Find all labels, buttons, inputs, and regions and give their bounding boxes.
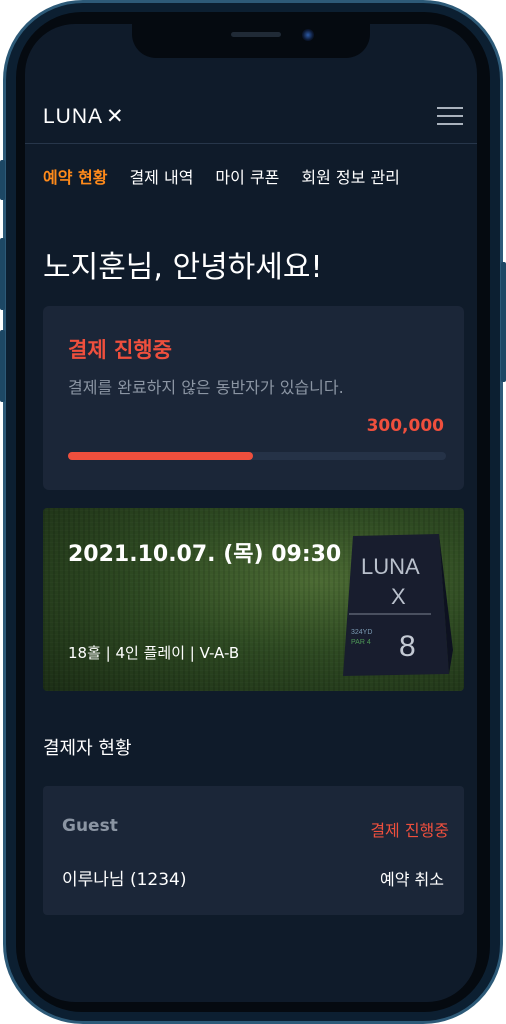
tee-sign-image: LUNA X 324YD PAR 4 8 (343, 534, 453, 676)
cancel-reservation-button[interactable]: 예약 취소 (380, 866, 444, 890)
app-screen: LUNA ✕ 예약 현황 결제 내역 마이 쿠폰 회원 정보 관리 노지훈님, 안… (25, 24, 477, 1002)
sign-brand: LUNA (361, 554, 420, 579)
booking-card[interactable]: LUNA X 324YD PAR 4 8 2021.10.07. (목) 09:… (43, 508, 464, 691)
payer-status-badge: 결제 진행중 (370, 821, 449, 840)
sign-mark: X (391, 584, 406, 609)
sign-hole-number: 8 (399, 630, 416, 663)
tab-reservations[interactable]: 예약 현황 (43, 164, 107, 188)
tab-member-info[interactable]: 회원 정보 관리 (301, 164, 400, 188)
tab-bar: 예약 현황 결제 내역 마이 쿠폰 회원 정보 관리 (43, 164, 422, 188)
payment-status-description: 결제를 완료하지 않은 동반자가 있습니다. (68, 378, 344, 397)
volume-down-button (0, 330, 5, 402)
tab-coupons[interactable]: 마이 쿠폰 (215, 164, 279, 188)
front-camera (302, 29, 314, 41)
notch (132, 24, 370, 58)
tab-payments[interactable]: 결제 내역 (129, 164, 193, 188)
speaker (231, 32, 281, 37)
payment-progress-fill (68, 452, 254, 460)
payment-status-card[interactable]: 결제 진행중 결제를 완료하지 않은 동반자가 있습니다. 300,000 (43, 306, 464, 490)
logo-mark: ✕ (106, 105, 125, 128)
app-header: LUNA ✕ (25, 96, 477, 144)
sign-yardage: 324YD (351, 629, 372, 636)
volume-up-button (0, 238, 5, 310)
logo-text: LUNA (43, 105, 104, 128)
greeting-title: 노지훈님, 안녕하세요! (43, 250, 323, 285)
guest-label: Guest (62, 816, 118, 836)
payer-card: Guest 결제 진행중 이루나님 (1234) 예약 취소 (43, 786, 464, 915)
hamburger-menu-icon[interactable] (437, 107, 463, 125)
payment-amount: 300,000 (366, 416, 444, 436)
booking-datetime: 2021.10.07. (목) 09:30 (68, 542, 342, 567)
power-button (501, 262, 506, 382)
payers-section-title: 결제자 현황 (43, 738, 132, 759)
payment-progress-track (68, 452, 446, 460)
sign-par: PAR 4 (351, 639, 371, 646)
luna-logo[interactable]: LUNA ✕ (43, 104, 125, 129)
payer-name: 이루나님 (1234) (62, 870, 187, 890)
payment-status-title: 결제 진행중 (68, 338, 172, 362)
side-button (0, 160, 5, 200)
booking-details: 18홀 | 4인 플레이 | V-A-B (68, 644, 240, 662)
